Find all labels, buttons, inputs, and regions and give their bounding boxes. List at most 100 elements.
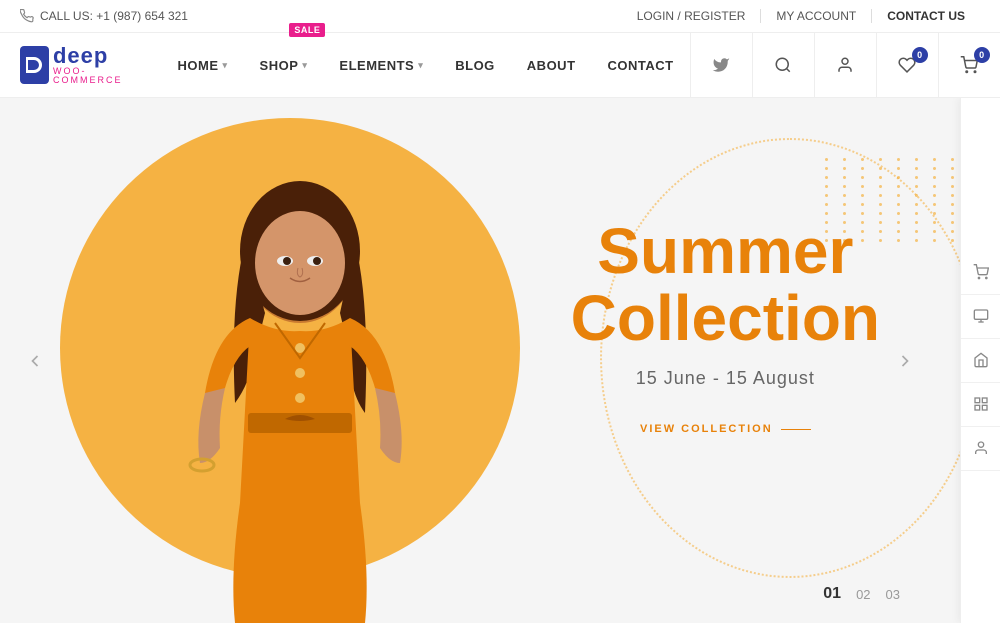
top-bar: CALL US: +1 (987) 654 321 LOGIN / REGIST… — [0, 0, 1000, 33]
hero-cta-line — [781, 429, 811, 430]
dot — [915, 221, 918, 224]
slide-indicators: 01 02 03 — [823, 585, 900, 603]
slide-indicator-2[interactable]: 02 — [856, 587, 870, 602]
left-arrow-icon — [25, 351, 45, 371]
logo-name: deep — [53, 45, 132, 67]
nav-item-blog[interactable]: BLOG — [439, 33, 511, 98]
next-slide-button[interactable] — [890, 346, 920, 376]
dot — [933, 221, 936, 224]
home-arrow: ▾ — [223, 60, 228, 71]
logo-sub: WOO-COMMERCE — [53, 67, 132, 85]
dot — [951, 230, 954, 233]
nav-item-contact[interactable]: CONTACT — [592, 33, 690, 98]
dot — [915, 158, 918, 161]
slide-indicator-3[interactable]: 03 — [886, 587, 900, 602]
cart-icon-btn[interactable]: 0 — [938, 33, 1000, 98]
hero-text-area: Summer Collection 15 June - 15 August VI… — [571, 218, 880, 437]
dot — [951, 167, 954, 170]
dot — [879, 212, 882, 215]
twitter-icon-btn[interactable] — [690, 33, 752, 98]
dot — [897, 194, 900, 197]
sidebar-user-svg — [973, 440, 989, 456]
dot — [897, 167, 900, 170]
dot — [951, 221, 954, 224]
phone-text: CALL US: +1 (987) 654 321 — [40, 9, 188, 23]
nav-item-elements[interactable]: ELEMENTS ▾ — [323, 33, 439, 98]
dot — [897, 176, 900, 179]
dot — [861, 176, 864, 179]
wishlist-icon-btn[interactable]: 0 — [876, 33, 938, 98]
elements-arrow: ▾ — [418, 60, 423, 71]
logo-svg — [20, 51, 48, 79]
sidebar-grid-icon[interactable] — [961, 383, 1000, 427]
dot — [825, 203, 828, 206]
prev-slide-button[interactable] — [20, 346, 50, 376]
nav-item-home[interactable]: HOME ▾ — [162, 33, 244, 98]
dot — [951, 212, 954, 215]
dot — [843, 158, 846, 161]
sale-badge: SALE — [289, 23, 325, 37]
logo[interactable]: deep WOO-COMMERCE — [20, 45, 132, 85]
dot — [933, 212, 936, 215]
hero-title: Summer Collection — [571, 218, 880, 352]
wishlist-badge: 0 — [912, 47, 928, 63]
dot — [915, 185, 918, 188]
dot — [897, 239, 900, 242]
sidebar-user-icon[interactable] — [961, 427, 1000, 471]
sidebar-monitor-icon[interactable] — [961, 295, 1000, 339]
dot — [825, 185, 828, 188]
user-icon-btn[interactable] — [814, 33, 876, 98]
nav-item-shop[interactable]: SALE SHOP ▾ — [244, 33, 324, 98]
dot — [879, 185, 882, 188]
search-icon-btn[interactable] — [752, 33, 814, 98]
dot — [825, 176, 828, 179]
nav-item-about[interactable]: ABOUT — [511, 33, 592, 98]
dot — [861, 185, 864, 188]
dot — [843, 203, 846, 206]
dot — [915, 167, 918, 170]
dot — [861, 167, 864, 170]
hero-section: Summer Collection 15 June - 15 August VI… — [0, 98, 1000, 623]
slide-indicator-1[interactable]: 01 — [823, 585, 841, 603]
logo-text: deep WOO-COMMERCE — [53, 45, 132, 85]
sidebar-home-icon[interactable] — [961, 339, 1000, 383]
dot — [861, 212, 864, 215]
dot — [951, 158, 954, 161]
cart-badge: 0 — [974, 47, 990, 63]
hero-cta-button[interactable]: VIEW COLLECTION — [640, 423, 811, 435]
sidebar-grid-svg — [973, 396, 989, 412]
dot — [915, 176, 918, 179]
hero-date-range: 15 June - 15 August — [571, 368, 880, 389]
main-nav: HOME ▾ SALE SHOP ▾ ELEMENTS ▾ BLOG ABOUT… — [162, 33, 690, 98]
dot — [951, 176, 954, 179]
dot — [825, 167, 828, 170]
login-register-link[interactable]: LOGIN / REGISTER — [622, 9, 762, 23]
dot — [861, 203, 864, 206]
dot — [843, 194, 846, 197]
dot — [843, 185, 846, 188]
my-account-link[interactable]: MY ACCOUNT — [761, 9, 872, 23]
dot — [861, 158, 864, 161]
dot — [933, 203, 936, 206]
twitter-icon — [712, 56, 730, 74]
dot — [879, 167, 882, 170]
nav-icons: 0 0 — [690, 33, 1000, 98]
dot — [897, 185, 900, 188]
dot — [933, 158, 936, 161]
hero-title-line2: Collection — [571, 285, 880, 352]
shop-arrow: ▾ — [302, 60, 307, 71]
sidebar-cart-icon[interactable] — [961, 251, 1000, 295]
dot — [915, 239, 918, 242]
sidebar-cart-svg — [973, 264, 989, 280]
contact-us-link[interactable]: CONTACT US — [872, 9, 980, 23]
hero-cta-label: VIEW COLLECTION — [640, 423, 773, 435]
top-nav-links: LOGIN / REGISTER MY ACCOUNT CONTACT US — [622, 9, 980, 23]
dot — [897, 221, 900, 224]
dot — [879, 176, 882, 179]
sidebar-home-svg — [973, 352, 989, 368]
dot — [933, 176, 936, 179]
dot — [933, 230, 936, 233]
sidebar-monitor-svg — [973, 308, 989, 324]
user-icon — [836, 56, 854, 74]
dot — [897, 203, 900, 206]
